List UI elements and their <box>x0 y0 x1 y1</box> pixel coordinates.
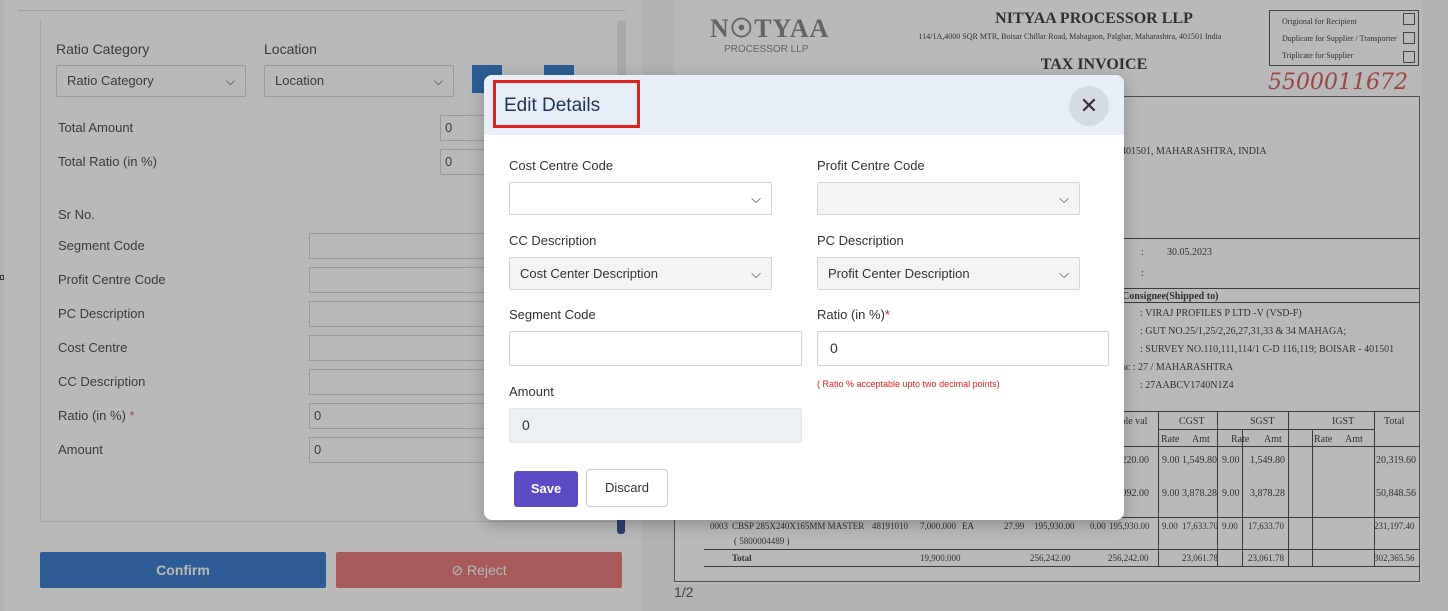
profit-centre-code-select[interactable]: ⌵ <box>817 182 1080 215</box>
amount-label: Amount <box>509 384 554 399</box>
close-icon[interactable]: ✕ <box>1069 86 1109 126</box>
modal-header: Edit Details ✕ <box>484 75 1124 135</box>
edit-details-modal: Edit Details ✕ Cost Centre Code ⌵ Profit… <box>484 75 1124 520</box>
required-mark: * <box>884 307 890 322</box>
ratio-hint: ( Ratio % acceptable upto two decimal po… <box>817 379 1000 389</box>
cc-description-label: CC Description <box>509 233 597 248</box>
discard-button[interactable]: Discard <box>586 469 668 507</box>
cc-description-value: Cost Center Description <box>520 266 658 281</box>
ratio-label: Ratio (in %)* <box>817 307 890 322</box>
cc-description-select[interactable]: Cost Center Description ⌵ <box>509 257 772 290</box>
chevron-down-icon: ⌵ <box>1059 191 1069 206</box>
chevron-down-icon: ⌵ <box>1059 266 1069 281</box>
segment-code-label: Segment Code <box>509 307 596 322</box>
save-button[interactable]: Save <box>514 471 578 507</box>
cost-centre-code-select[interactable]: ⌵ <box>509 182 772 215</box>
segment-code-input[interactable] <box>509 331 802 366</box>
page: Ratio Category Location Ratio Category ⌵… <box>0 0 1448 611</box>
ratio-input[interactable]: 0 <box>817 331 1109 366</box>
modal-title: Edit Details <box>504 95 601 116</box>
pc-description-select[interactable]: Profit Center Description ⌵ <box>817 257 1080 290</box>
ratio-label-text: Ratio (in %) <box>817 307 885 322</box>
amount-input: 0 <box>509 408 802 443</box>
cost-centre-code-label: Cost Centre Code <box>509 158 614 173</box>
profit-centre-code-label: Profit Centre Code <box>817 158 925 173</box>
pc-description-label: PC Description <box>817 233 904 248</box>
chevron-down-icon: ⌵ <box>751 191 761 206</box>
chevron-down-icon: ⌵ <box>751 266 761 281</box>
pc-description-value: Profit Center Description <box>828 266 970 281</box>
